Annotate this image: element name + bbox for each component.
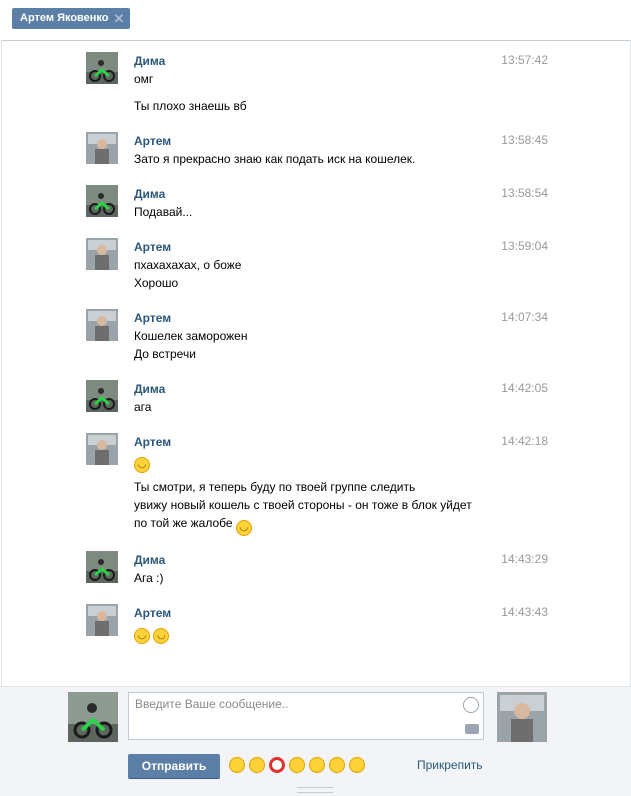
sweat-smile-emoji-icon: ◡	[153, 628, 170, 644]
message-time: 13:57:42	[501, 53, 548, 67]
surprised-icon[interactable]	[249, 757, 265, 773]
message-author[interactable]: Дима	[134, 187, 165, 201]
message-item: Дима 13:58:54 Подавай...	[86, 185, 548, 225]
message-author[interactable]: Артем	[134, 240, 171, 254]
message-time: 13:58:54	[501, 186, 548, 200]
message-item: Дима 13:57:42 омг Ты плохо знаешь вб	[86, 52, 548, 122]
quick-emoji-bar	[229, 757, 365, 773]
message-author[interactable]: Артем	[134, 435, 171, 449]
message-author[interactable]: Артем	[134, 311, 171, 325]
smile-emoji-icon: ◡	[134, 457, 150, 473]
red-circle-icon[interactable]	[269, 757, 285, 773]
message-time: 14:42:05	[501, 381, 548, 395]
message-history[interactable]: Дима 13:57:42 омг Ты плохо знаешь вб Арт…	[1, 40, 631, 687]
message-item: Дима 14:42:05 ага	[86, 380, 548, 420]
close-icon[interactable]: ✕	[114, 8, 125, 29]
message-author[interactable]: Дима	[134, 54, 165, 68]
avatar-artem[interactable]	[86, 309, 118, 341]
my-avatar[interactable]	[68, 692, 118, 742]
message-text: пхахахахах, о боже	[134, 258, 242, 272]
camera-icon[interactable]	[465, 724, 479, 734]
message-item: Артем 14:07:34 Кошелек заморожен До встр…	[86, 309, 548, 367]
avatar-dima[interactable]	[86, 551, 118, 583]
sweat-smile-emoji-icon: ◡	[134, 628, 150, 644]
message-author[interactable]: Дима	[134, 382, 165, 396]
grin-icon[interactable]	[329, 757, 345, 773]
sunglasses-icon[interactable]	[309, 757, 325, 773]
message-text: Ты плохо знаешь вб	[134, 99, 247, 113]
avatar-artem[interactable]	[86, 238, 118, 270]
message-input-placeholder: Введите Ваше сообщение..	[135, 697, 289, 711]
message-time: 14:07:34	[501, 310, 548, 324]
message-item: Артем 14:43:43 ◡ ◡	[86, 604, 548, 644]
message-item: Артем 14:42:18 ◡ Ты смотри, я теперь буд…	[86, 433, 548, 543]
avatar-dima[interactable]	[86, 52, 118, 84]
message-item: Артем 13:58:45 Зато я прекрасно знаю как…	[86, 132, 548, 172]
resize-handle[interactable]	[297, 787, 333, 793]
message-item: Артем 13:59:04 пхахахахах, о боже Хорошо	[86, 238, 548, 296]
message-text: До встречи	[134, 347, 196, 361]
thumbs-up-icon[interactable]	[289, 757, 305, 773]
avatar-artem[interactable]	[86, 604, 118, 636]
message-text: ага	[134, 400, 152, 414]
avatar-artem[interactable]	[86, 132, 118, 164]
avatar-artem[interactable]	[86, 433, 118, 465]
avatar-dima[interactable]	[86, 380, 118, 412]
message-text: Зато я прекрасно знаю как подать иск на …	[134, 152, 416, 166]
top-bar: Артем Яковенко ✕	[0, 0, 631, 40]
message-time: 14:42:18	[501, 434, 548, 448]
message-text: Ага :)	[134, 571, 164, 585]
ok-hand-icon[interactable]	[229, 757, 245, 773]
message-text: Хорошо	[134, 276, 179, 290]
message-time: 13:58:45	[501, 133, 548, 147]
smile-icon[interactable]	[349, 757, 365, 773]
message-time: 13:59:04	[501, 239, 548, 253]
message-text: увижу новый кошель с твоей стороны - он …	[134, 498, 472, 512]
dialog-tab[interactable]: Артем Яковенко ✕	[12, 8, 131, 29]
message-author[interactable]: Дима	[134, 553, 165, 567]
message-time: 14:43:43	[501, 605, 548, 619]
message-text: Ты смотри, я теперь буду по твоей группе…	[134, 480, 416, 494]
message-text: ◡	[134, 451, 504, 473]
message-text: Кошелек заморожен	[134, 329, 248, 343]
attach-link[interactable]: Прикрепить	[417, 758, 483, 772]
composer: Введите Ваше сообщение.. Отправить Прикр…	[0, 686, 631, 796]
message-time: 14:43:29	[501, 552, 548, 566]
emoji-picker-icon[interactable]	[463, 697, 479, 713]
message-item: Дима 14:43:29 Ага :)	[86, 551, 548, 591]
message-text: по той же жалобе ◡	[134, 514, 504, 536]
sweat-smile-emoji-icon: ◡	[235, 520, 252, 536]
avatar-dima[interactable]	[86, 185, 118, 217]
message-text: Подавай...	[134, 205, 193, 219]
send-button[interactable]: Отправить	[128, 754, 220, 779]
dialog-tab-title: Артем Яковенко	[20, 12, 109, 24]
message-text: ◡ ◡	[134, 622, 504, 644]
message-input[interactable]: Введите Ваше сообщение..	[128, 692, 484, 740]
interlocutor-avatar[interactable]	[497, 692, 547, 742]
message-author[interactable]: Артем	[134, 606, 171, 620]
message-author[interactable]: Артем	[134, 134, 171, 148]
message-text: омг	[134, 72, 154, 86]
